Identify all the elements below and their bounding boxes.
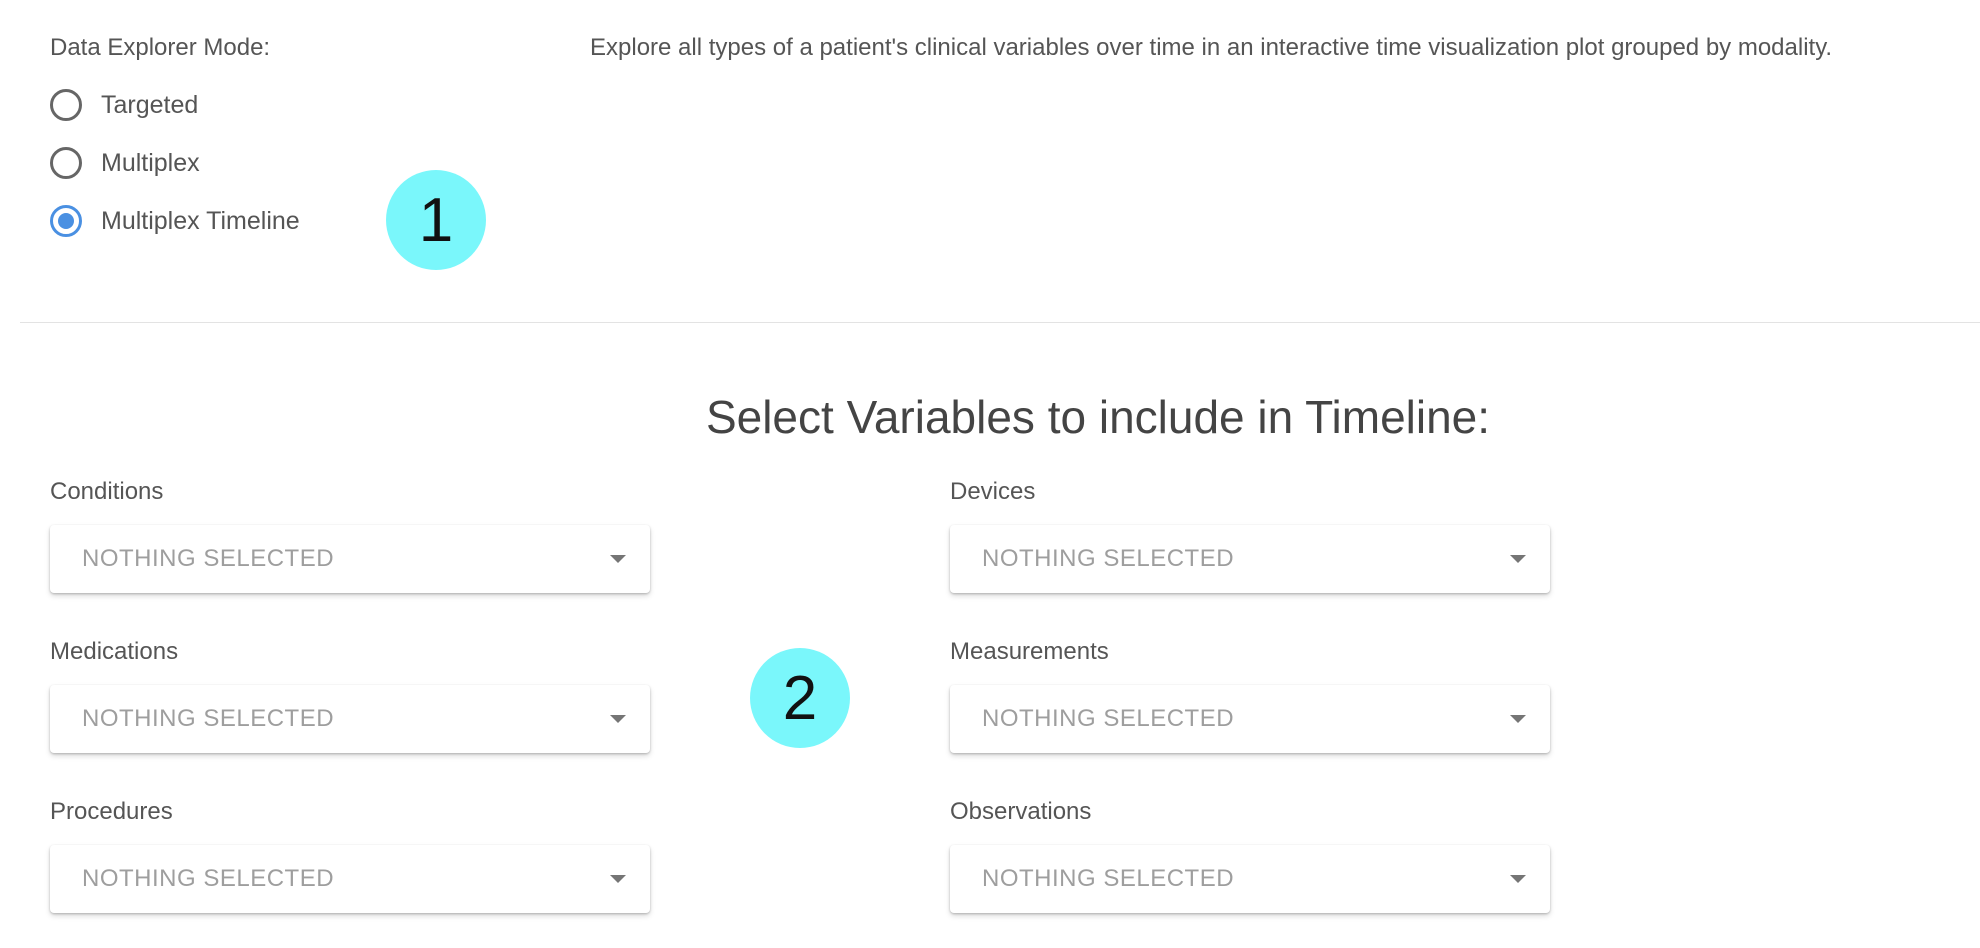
radio-unchecked-icon[interactable] (50, 147, 82, 179)
caret-down-icon (1510, 555, 1526, 563)
select-value: NOTHING SELECTED (82, 705, 335, 732)
procedures-label: Procedures (50, 798, 173, 825)
observations-label: Observations (950, 798, 1092, 825)
radio-label: Targeted (101, 90, 199, 119)
caret-down-icon (610, 555, 626, 563)
observations-select[interactable]: NOTHING SELECTED (950, 845, 1550, 913)
caret-down-icon (610, 715, 626, 723)
radio-dot-icon (58, 213, 74, 229)
conditions-label: Conditions (50, 478, 164, 505)
radio-multiplex-timeline[interactable]: Multiplex Timeline (50, 201, 300, 241)
procedures-select[interactable]: NOTHING SELECTED (50, 845, 650, 913)
radio-unchecked-icon[interactable] (50, 89, 82, 121)
callout-marker-1: 1 (386, 170, 486, 270)
select-value: NOTHING SELECTED (982, 545, 1235, 572)
medications-label: Medications (50, 638, 179, 665)
radio-targeted[interactable]: Targeted (50, 85, 198, 125)
select-value: NOTHING SELECTED (982, 865, 1235, 892)
measurements-select[interactable]: NOTHING SELECTED (950, 685, 1550, 753)
devices-label: Devices (950, 478, 1036, 505)
divider (20, 322, 1980, 323)
caret-down-icon (1510, 715, 1526, 723)
mode-description: Explore all types of a patient's clinica… (590, 34, 1833, 61)
section-title: Select Variables to include in Timeline: (705, 391, 1491, 443)
conditions-select[interactable]: NOTHING SELECTED (50, 525, 650, 593)
select-value: NOTHING SELECTED (82, 865, 335, 892)
medications-select[interactable]: NOTHING SELECTED (50, 685, 650, 753)
caret-down-icon (610, 875, 626, 883)
radio-multiplex[interactable]: Multiplex (50, 143, 200, 183)
measurements-label: Measurements (950, 638, 1109, 665)
select-value: NOTHING SELECTED (982, 705, 1235, 732)
radio-label: Multiplex (101, 148, 200, 177)
radio-label: Multiplex Timeline (101, 206, 300, 235)
devices-select[interactable]: NOTHING SELECTED (950, 525, 1550, 593)
select-value: NOTHING SELECTED (82, 545, 335, 572)
radio-checked-icon[interactable] (50, 205, 82, 237)
caret-down-icon (1510, 875, 1526, 883)
page: Data Explorer Mode: Explore all types of… (0, 0, 1980, 948)
mode-label: Data Explorer Mode: (50, 34, 271, 61)
callout-marker-2: 2 (750, 648, 850, 748)
